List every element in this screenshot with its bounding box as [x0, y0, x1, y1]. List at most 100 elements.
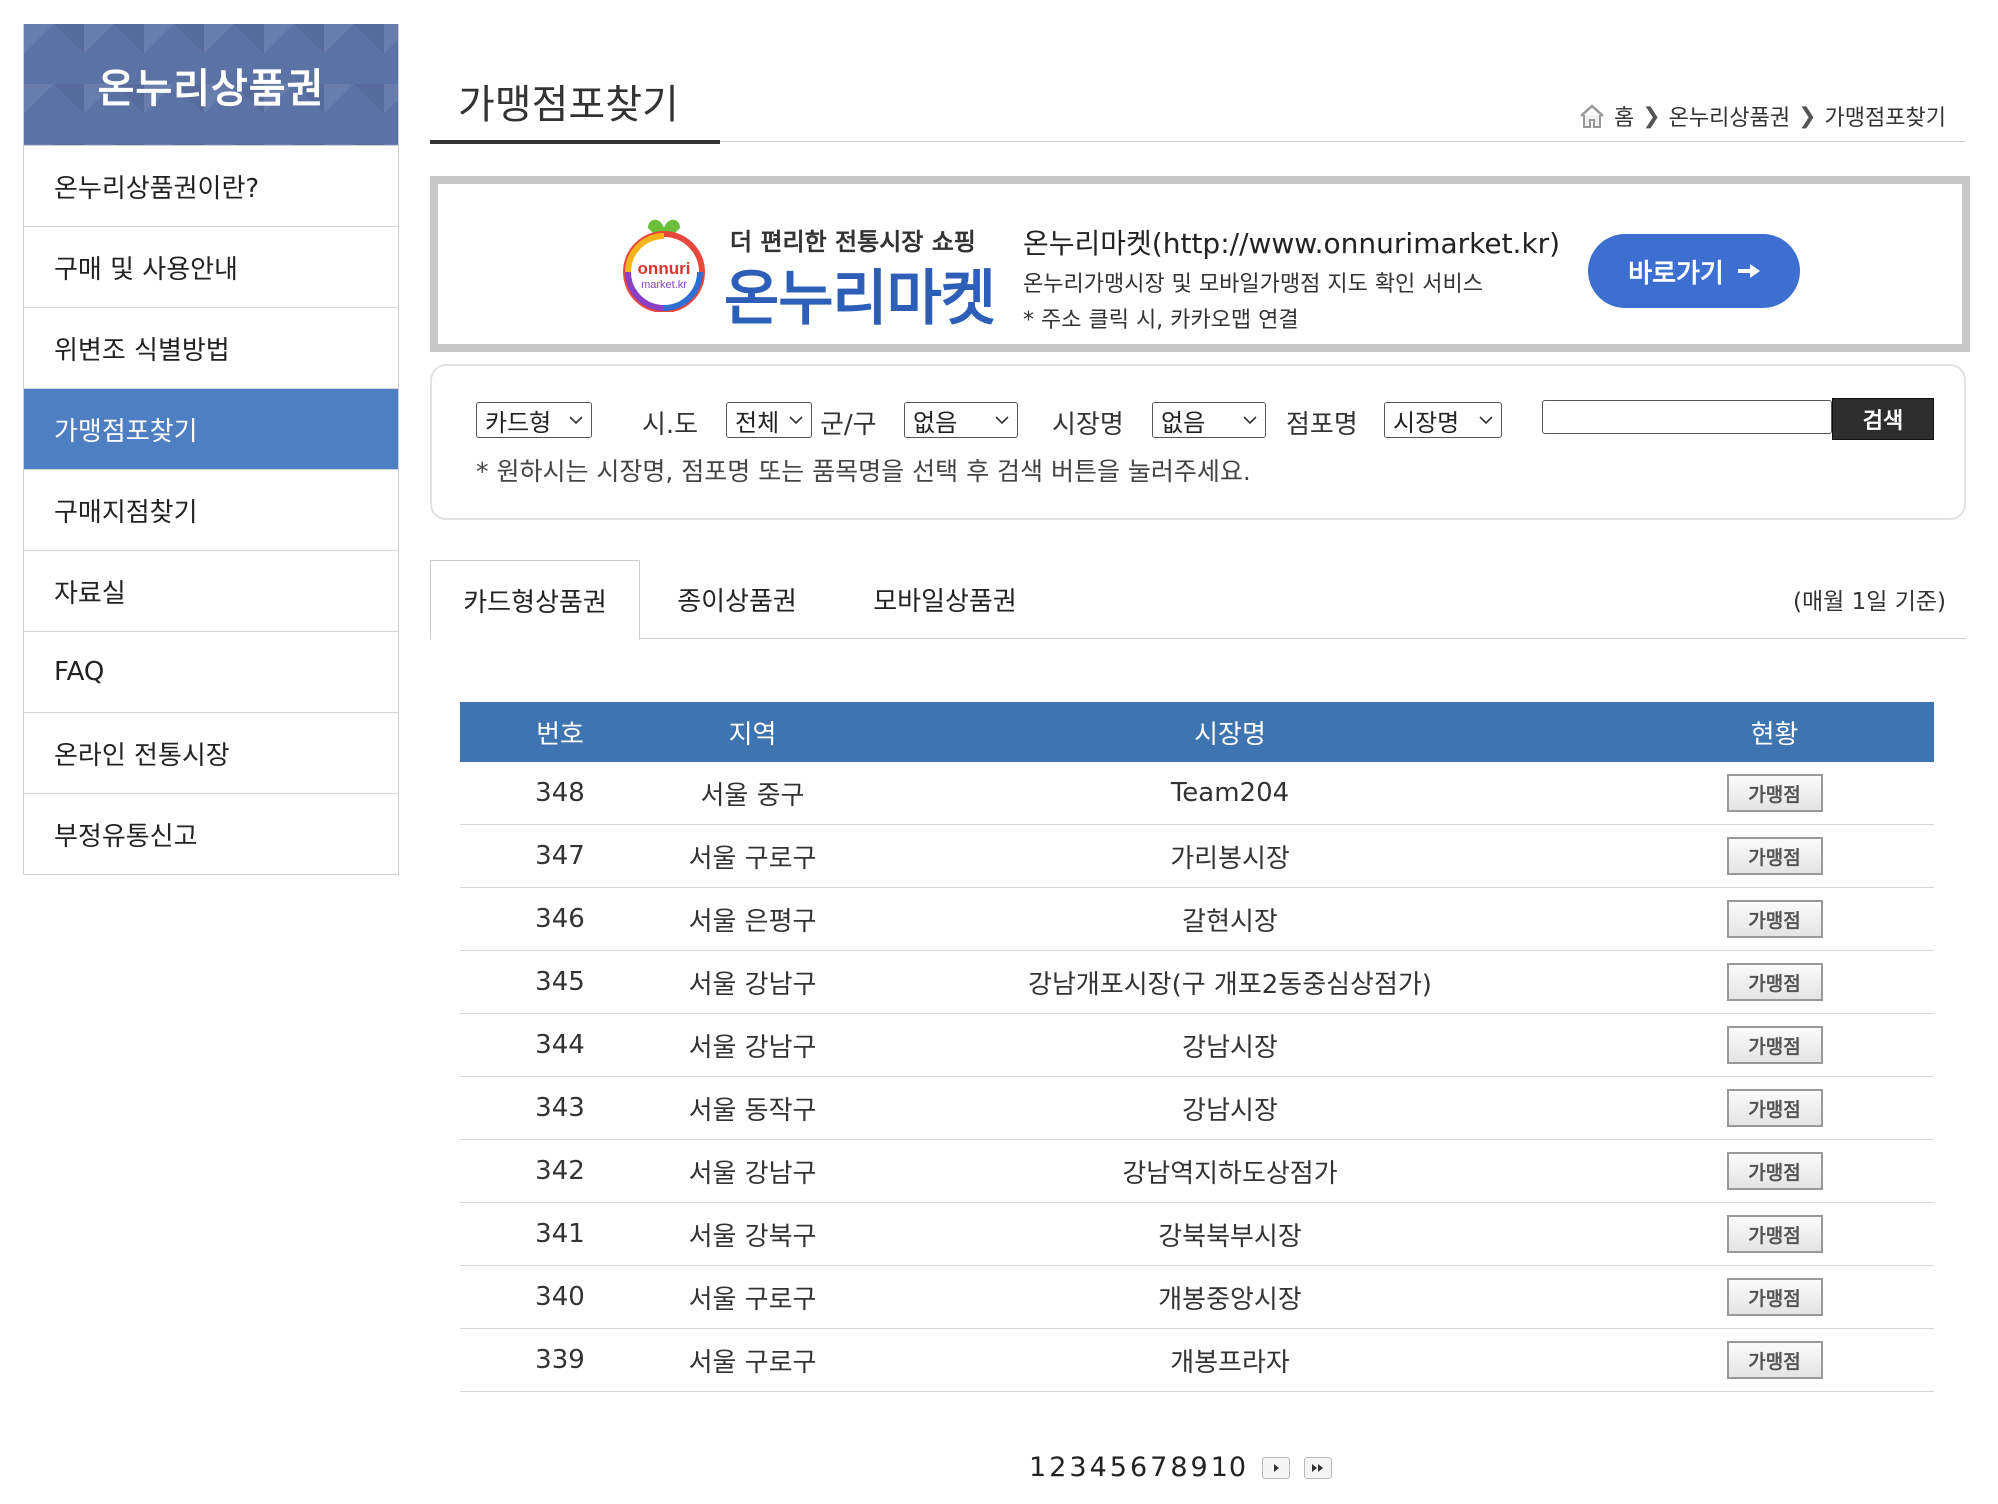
search-input[interactable]	[1542, 400, 1832, 434]
tab-mobile-voucher[interactable]: 모바일상품권	[860, 560, 1030, 638]
onnuri-market-banner: onnuri market.kr 더 편리한 전통시장 쇼핑 온누리마켓 온누리…	[430, 176, 1970, 352]
sidebar-item-3[interactable]: 위변조 식별방법	[24, 307, 398, 388]
market-name-select[interactable]: 없음	[1152, 402, 1266, 438]
table-row: 347 서울 구로구 가리봉시장 가맹점	[460, 824, 1934, 888]
sido-label: 시.도	[642, 410, 699, 440]
next-page-button[interactable]	[1262, 1456, 1291, 1479]
table-row: 343 서울 동작구 강남시장 가맹점	[460, 1076, 1934, 1140]
next-icon	[1274, 1463, 1280, 1472]
breadcrumb-section[interactable]: 온누리상품권	[1669, 100, 1790, 132]
col-header-status: 현황	[1615, 702, 1934, 762]
cell-region: 서울 강남구	[660, 950, 845, 1014]
sidebar-item-1[interactable]: 온누리상품권이란?	[24, 145, 398, 226]
chevron-down-icon	[1243, 416, 1257, 425]
market-name-select-value: 없음	[1161, 408, 1206, 437]
cell-number: 345	[460, 950, 660, 1014]
status-button[interactable]: 가맹점	[1726, 774, 1823, 812]
sido-select-value: 전체	[735, 408, 780, 437]
gugun-select[interactable]: 없음	[904, 402, 1018, 438]
cell-number: 343	[460, 1076, 660, 1140]
page-2[interactable]: 2	[1048, 1452, 1068, 1483]
cell-market-name: 가리봉시장	[845, 824, 1615, 888]
chevron-down-icon	[995, 416, 1009, 425]
sidebar-title: 온누리상품권	[24, 24, 398, 145]
cell-region: 서울 구로구	[660, 824, 845, 888]
search-panel: 카드형 시.도 전체 군/구 없음 시장명 없음 점포명 시장명 검색 * 원하…	[430, 364, 1966, 520]
cell-region: 서울 구로구	[660, 1328, 845, 1392]
page-7[interactable]: 7	[1149, 1452, 1169, 1483]
page-10[interactable]: 10	[1210, 1452, 1248, 1483]
page-1[interactable]: 1	[1028, 1452, 1048, 1483]
table-row: 341 서울 강북구 강북북부시장 가맹점	[460, 1202, 1934, 1266]
cell-market-name: 개봉중앙시장	[845, 1265, 1615, 1329]
table-row: 346 서울 은평구 갈현시장 가맹점	[460, 887, 1934, 951]
status-button[interactable]: 가맹점	[1726, 900, 1823, 938]
page-3[interactable]: 3	[1068, 1452, 1088, 1483]
sidebar-item-7[interactable]: FAQ	[24, 631, 398, 712]
sidebar-item-4[interactable]: 가맹점포찾기	[24, 388, 398, 469]
col-header-region: 지역	[660, 702, 845, 762]
page-6[interactable]: 6	[1129, 1452, 1149, 1483]
banner-brand: 온누리마켓	[724, 264, 996, 334]
status-button[interactable]: 가맹점	[1726, 1026, 1823, 1064]
gugun-select-value: 없음	[913, 408, 958, 437]
cell-number: 348	[460, 762, 660, 825]
sidebar-item-5[interactable]: 구매지점찾기	[24, 469, 398, 550]
store-name-select-value: 시장명	[1393, 408, 1460, 437]
page-8[interactable]: 8	[1169, 1452, 1189, 1483]
cell-market-name: 강남시장	[845, 1076, 1615, 1140]
page-title: 가맹점포찾기	[458, 82, 679, 128]
cell-status: 가맹점	[1615, 762, 1934, 825]
cell-status: 가맹점	[1615, 1265, 1934, 1329]
page-9[interactable]: 9	[1190, 1452, 1210, 1483]
sidebar-item-9[interactable]: 부정유통신고	[24, 793, 398, 874]
chevron-down-icon	[569, 416, 583, 425]
last-page-button[interactable]	[1304, 1456, 1333, 1479]
banner-description: 온누리가맹시장 및 모바일가맹점 지도 확인 서비스	[1023, 272, 1484, 297]
cell-number: 347	[460, 824, 660, 888]
banner-note: * 주소 클릭 시, 카카오맵 연결	[1023, 308, 1299, 333]
home-icon[interactable]	[1578, 103, 1606, 129]
search-button[interactable]: 검색	[1832, 398, 1934, 440]
market-table: 번호 지역 시장명 현황 348 서울 중구 Team204 가맹점 347 서울 구로구…	[460, 702, 1934, 1392]
sidebar-item-8[interactable]: 온라인 전통시장	[24, 712, 398, 793]
cell-region: 서울 강남구	[660, 1139, 845, 1203]
search-help-text: * 원하시는 시장명, 점포명 또는 품목명을 선택 후 검색 버튼을 눌러주세…	[476, 457, 1251, 486]
status-button[interactable]: 가맹점	[1726, 1341, 1823, 1379]
cell-market-name: 강남시장	[845, 1013, 1615, 1077]
store-name-select[interactable]: 시장명	[1384, 402, 1502, 438]
status-button[interactable]: 가맹점	[1726, 963, 1823, 1001]
sidebar-item-2[interactable]: 구매 및 사용안내	[24, 226, 398, 307]
gugun-label: 군/구	[820, 410, 877, 440]
tab-card-voucher[interactable]: 카드형상품권	[430, 560, 640, 640]
cell-region: 서울 중구	[660, 762, 845, 825]
status-button[interactable]: 가맹점	[1726, 1089, 1823, 1127]
sidebar-item-6[interactable]: 자료실	[24, 550, 398, 631]
cell-region: 서울 구로구	[660, 1265, 845, 1329]
card-type-select[interactable]: 카드형	[476, 402, 592, 438]
page-4[interactable]: 4	[1089, 1452, 1109, 1483]
cell-number: 339	[460, 1328, 660, 1392]
title-divider	[720, 141, 1965, 142]
table-row: 340 서울 구로구 개봉중앙시장 가맹점	[460, 1265, 1934, 1329]
breadcrumb-home[interactable]: 홈	[1614, 100, 1634, 132]
cell-market-name: 강남역지하도상점가	[845, 1139, 1615, 1203]
go-button[interactable]: 바로가기	[1588, 234, 1800, 308]
banner-url[interactable]: 온누리마켓(http://www.onnurimarket.kr)	[1023, 222, 1560, 262]
card-type-select-value: 카드형	[485, 408, 552, 437]
tab-paper-voucher[interactable]: 종이상품권	[662, 560, 812, 638]
status-button[interactable]: 가맹점	[1726, 837, 1823, 875]
cell-market-name: 강북북부시장	[845, 1202, 1615, 1266]
arrow-right-icon	[1737, 264, 1760, 278]
status-button[interactable]: 가맹점	[1726, 1152, 1823, 1190]
status-button[interactable]: 가맹점	[1726, 1278, 1823, 1316]
last-icon	[1312, 1463, 1324, 1472]
cell-number: 340	[460, 1265, 660, 1329]
status-button[interactable]: 가맹점	[1726, 1215, 1823, 1253]
cell-market-name: 개봉프라자	[845, 1328, 1615, 1392]
sido-select[interactable]: 전체	[726, 402, 812, 438]
page-numbers: 12345678910	[1028, 1452, 1248, 1483]
page-5[interactable]: 5	[1109, 1452, 1129, 1483]
cell-region: 서울 강북구	[660, 1202, 845, 1266]
tabs-divider	[430, 638, 1966, 639]
